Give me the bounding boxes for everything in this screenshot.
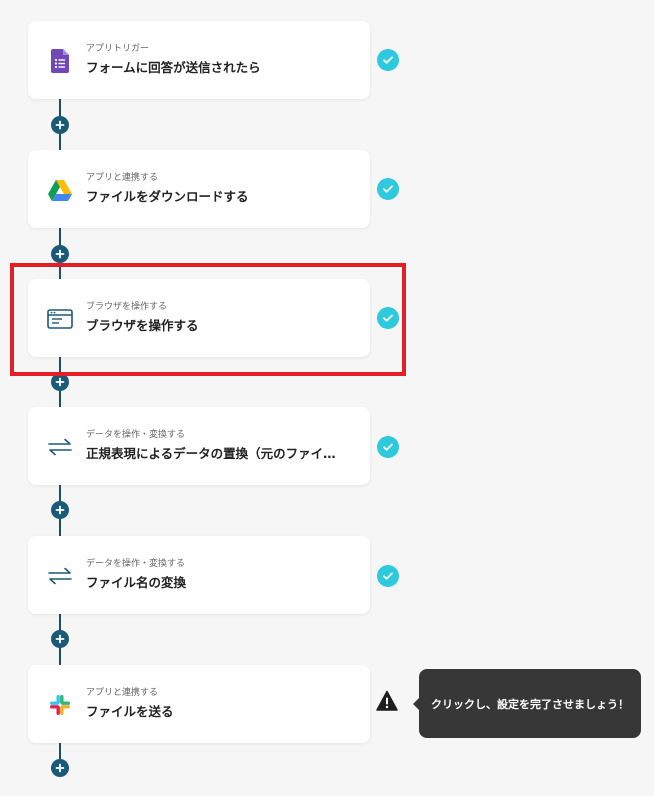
tooltip-text: クリックし、設定を完了させましょう！	[431, 697, 629, 711]
step-title: ブラウザを操作する	[86, 318, 199, 333]
add-step-button[interactable]	[51, 245, 69, 263]
flow-step-download-file[interactable]: アプリと連携する ファイルをダウンロードする	[28, 150, 370, 228]
step-category: アプリと連携する	[86, 173, 159, 183]
step-category: データを操作・変換する	[86, 430, 186, 440]
flow-step-send-file[interactable]: アプリと連携する ファイルを送る	[28, 665, 370, 743]
step-title: ファイル名の変換	[86, 575, 187, 590]
step-category: ブラウザを操作する	[86, 302, 168, 312]
step-complete-check-icon	[377, 565, 399, 587]
add-step-button[interactable]	[51, 630, 69, 648]
step-complete-check-icon	[377, 436, 399, 458]
add-step-button[interactable]	[51, 759, 69, 777]
add-step-button[interactable]	[51, 116, 69, 134]
flow-step-regex-replace[interactable]: データを操作・変換する 正規表現によるデータの置換（元のファイ…	[28, 407, 370, 485]
swap-arrows-icon	[46, 433, 74, 461]
setup-tooltip: クリックし、設定を完了させましょう！	[413, 669, 641, 738]
step-title: ファイルを送る	[86, 704, 174, 719]
add-step-button[interactable]	[51, 501, 69, 519]
step-title: ファイルをダウンロードする	[86, 189, 249, 204]
flow-step-rename-file[interactable]: データを操作・変換する ファイル名の変換	[28, 536, 370, 614]
slack-icon	[46, 691, 74, 719]
swap-arrows-icon	[46, 562, 74, 590]
add-step-button[interactable]	[51, 373, 69, 391]
warning-icon	[376, 690, 398, 712]
step-category: アプリと連携する	[86, 688, 159, 698]
step-complete-check-icon	[377, 49, 399, 71]
google-forms-icon	[46, 47, 74, 75]
flow-step-browser-operation[interactable]: ブラウザを操作する ブラウザを操作する	[28, 279, 370, 357]
flow-step-form-trigger[interactable]: アプリトリガー フォームに回答が送信されたら	[28, 21, 370, 99]
step-category: アプリトリガー	[86, 44, 150, 54]
step-title: 正規表現によるデータの置換（元のファイ…	[86, 446, 336, 461]
google-drive-icon	[46, 176, 74, 204]
step-category: データを操作・変換する	[86, 559, 186, 569]
step-title: フォームに回答が送信されたら	[86, 60, 261, 75]
browser-icon	[46, 305, 74, 333]
step-complete-check-icon	[377, 307, 399, 329]
step-complete-check-icon	[377, 178, 399, 200]
